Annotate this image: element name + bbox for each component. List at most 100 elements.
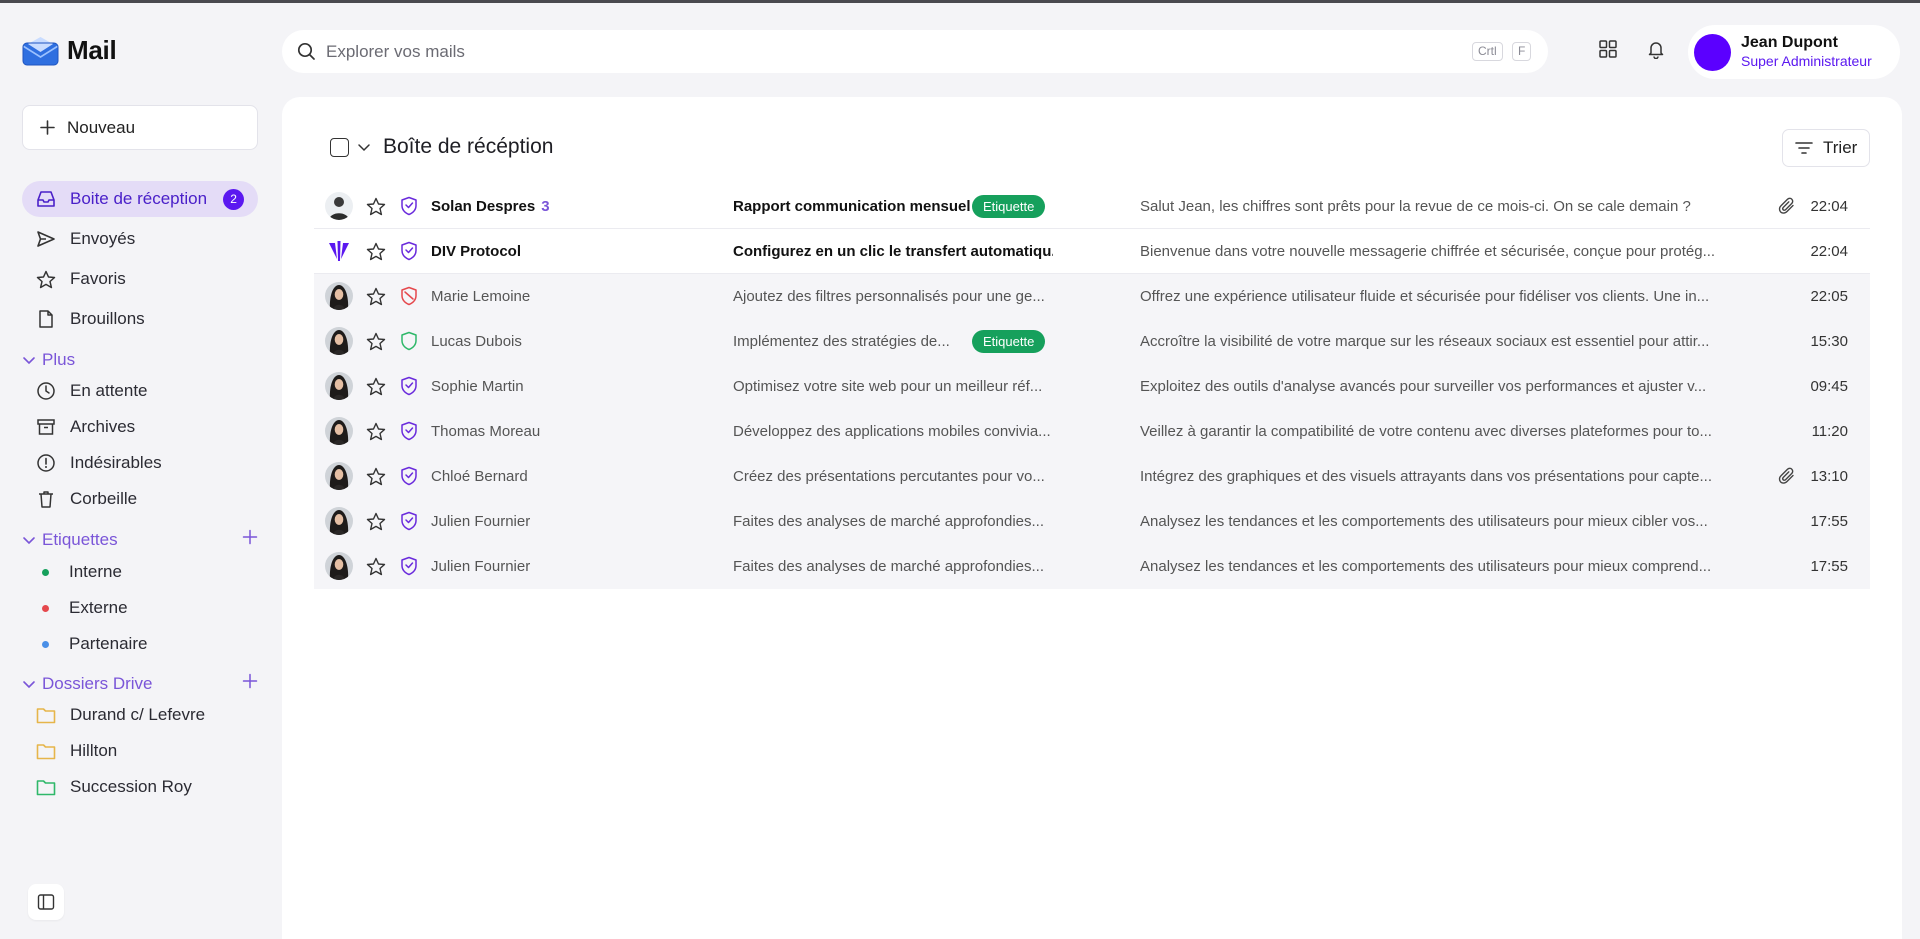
sidebar-item-drafts[interactable]: Brouillons (22, 301, 258, 337)
thread-count: 3 (541, 197, 550, 215)
section-labels-toggle[interactable]: Etiquettes (22, 527, 258, 553)
sender-name-text: Marie Lemoine (431, 287, 531, 305)
mail-preview: Accroître la visibilité de votre marque … (1140, 332, 1710, 350)
sidebar-folder-succession-roy[interactable]: Succession Roy (22, 769, 258, 805)
search-bar[interactable]: Crtl F (282, 30, 1548, 73)
mail-preview: Analysez les tendances et les comporteme… (1140, 557, 1712, 575)
shortcut-key-f: F (1512, 42, 1532, 61)
mail-row[interactable]: Sophie Martin Optimisez votre site web po… (314, 364, 1870, 409)
avatar (325, 282, 353, 310)
star-icon[interactable] (366, 197, 386, 216)
trash-icon (36, 489, 56, 509)
app-logo[interactable]: Mail (22, 35, 117, 66)
draft-icon (36, 309, 56, 329)
sidebar-item-pending[interactable]: En attente (22, 373, 258, 409)
shield-icon (400, 196, 418, 216)
sidebar-label-external[interactable]: Externe (22, 590, 258, 626)
sidebar-item-label: Indésirables (70, 453, 162, 472)
user-info: Jean Dupont Super Administrateur (1741, 34, 1872, 70)
notification-bell-icon[interactable] (1646, 39, 1666, 59)
star-icon[interactable] (366, 377, 386, 396)
star-icon (36, 270, 56, 289)
folder-icon (36, 707, 56, 724)
mail-row[interactable]: DIV Protocol Configurez en un clic le tra… (314, 229, 1870, 274)
mail-row[interactable]: Julien Fournier Faites des analyses de ma… (314, 544, 1870, 589)
shield-icon (400, 466, 418, 486)
sender-name: Solan Despres 3 (431, 198, 711, 215)
section-drive-label: Dossiers Drive (42, 674, 153, 693)
sidebar-label-internal[interactable]: Interne (22, 554, 258, 590)
sidebar-item-archives[interactable]: Archives (22, 409, 258, 445)
mail-row[interactable]: Lucas Dubois Implémentez des stratégies d… (314, 319, 1870, 364)
mail-row[interactable]: Solan Despres 3 Rapport communication mens… (314, 184, 1870, 229)
shield-icon (400, 421, 418, 441)
toggle-sidebar-button[interactable] (28, 884, 64, 920)
avatar (325, 327, 353, 355)
sidebar-item-label: Durand c/ Lefevre (70, 705, 206, 724)
sidebar-item-label: Archives (70, 417, 136, 436)
new-mail-button[interactable]: Nouveau (22, 105, 258, 150)
mail-list: Solan Despres 3 Rapport communication mens… (314, 184, 1870, 589)
section-more-toggle[interactable]: Plus (22, 347, 258, 373)
sender-name-text: DIV Protocol (431, 242, 522, 260)
sidebar-item-label: En attente (70, 381, 148, 400)
sender-name: Thomas Moreau (431, 423, 711, 440)
mail-row[interactable]: Marie Lemoine Ajoutez des filtres personn… (314, 274, 1870, 319)
sender-name: Sophie Martin (431, 378, 711, 395)
shield-icon (400, 511, 418, 531)
sidebar-item-sent[interactable]: Envoyés (22, 221, 258, 257)
select-all-checkbox[interactable] (330, 137, 349, 157)
plus-icon (40, 120, 55, 135)
mail-row[interactable]: Julien Fournier Faites des analyses de ma… (314, 499, 1870, 544)
sidebar-label-partner[interactable]: Partenaire (22, 626, 258, 662)
sender-name-text: Sophie Martin (431, 377, 524, 395)
send-icon (36, 230, 56, 248)
mail-row[interactable]: Thomas Moreau Développez des applications… (314, 409, 1870, 454)
apps-grid-icon[interactable] (1598, 39, 1618, 59)
sidebar-item-spam[interactable]: Indésirables (22, 445, 258, 481)
mail-preview: Intégrez des graphiques et des visuels a… (1140, 467, 1713, 485)
section-drive-toggle[interactable]: Dossiers Drive (22, 671, 258, 697)
star-icon[interactable] (366, 332, 386, 351)
star-icon[interactable] (366, 422, 386, 441)
sidebar-folder-durand[interactable]: Durand c/ Lefevre (22, 697, 258, 733)
mail-time: 15:30 (1810, 332, 1848, 350)
sidebar-item-trash[interactable]: Corbeille (22, 481, 258, 517)
search-input[interactable] (326, 41, 1426, 62)
sidebar-item-label: Partenaire (69, 634, 148, 653)
mail-subject: Ajoutez des filtres personnalisés pour u… (733, 287, 1045, 305)
mail-time: 17:55 (1810, 512, 1848, 530)
sidebar-item-inbox[interactable]: Boite de réception 2 (22, 181, 258, 217)
star-icon[interactable] (366, 557, 386, 576)
star-icon[interactable] (366, 287, 386, 306)
sidebar-item-favorites[interactable]: Favoris (22, 261, 258, 297)
list-header: Boîte de récéption (330, 135, 553, 159)
mail-preview: Salut Jean, les chiffres sont prêts pour… (1140, 197, 1691, 215)
label-badge[interactable]: Etiquette (972, 194, 1046, 218)
label-badge[interactable]: Etiquette (972, 329, 1046, 353)
sort-button[interactable]: Trier (1782, 129, 1870, 167)
mail-time: 22:04 (1810, 242, 1848, 260)
user-profile[interactable]: Jean Dupont Super Administrateur (1688, 25, 1900, 79)
attachment-icon (1778, 467, 1796, 485)
star-icon[interactable] (366, 512, 386, 531)
sender-name: Julien Fournier (431, 558, 711, 575)
filter-lines-icon (1795, 141, 1813, 155)
label-color-dot (42, 604, 49, 612)
star-icon[interactable] (366, 467, 386, 486)
mail-preview: Veillez à garantir la compatibilité de v… (1140, 422, 1712, 440)
mail-logo-icon (22, 36, 59, 66)
sidebar-folder-hillton[interactable]: Hillton (22, 733, 258, 769)
mail-row[interactable]: Chloé Bernard Créez des présentations per… (314, 454, 1870, 499)
mail-subject: Développez des applications mobiles conv… (733, 422, 1051, 440)
star-icon[interactable] (366, 242, 386, 261)
search-icon (297, 42, 316, 61)
sender-name: Marie Lemoine (431, 288, 711, 305)
chevron-down-icon[interactable] (357, 140, 371, 154)
archive-icon (36, 417, 56, 437)
add-folder-icon[interactable] (242, 673, 258, 689)
add-label-icon[interactable] (242, 529, 258, 545)
sidebar-item-label: Interne (69, 562, 122, 581)
mail-time: 22:05 (1810, 287, 1848, 305)
folder-icon (36, 743, 56, 760)
